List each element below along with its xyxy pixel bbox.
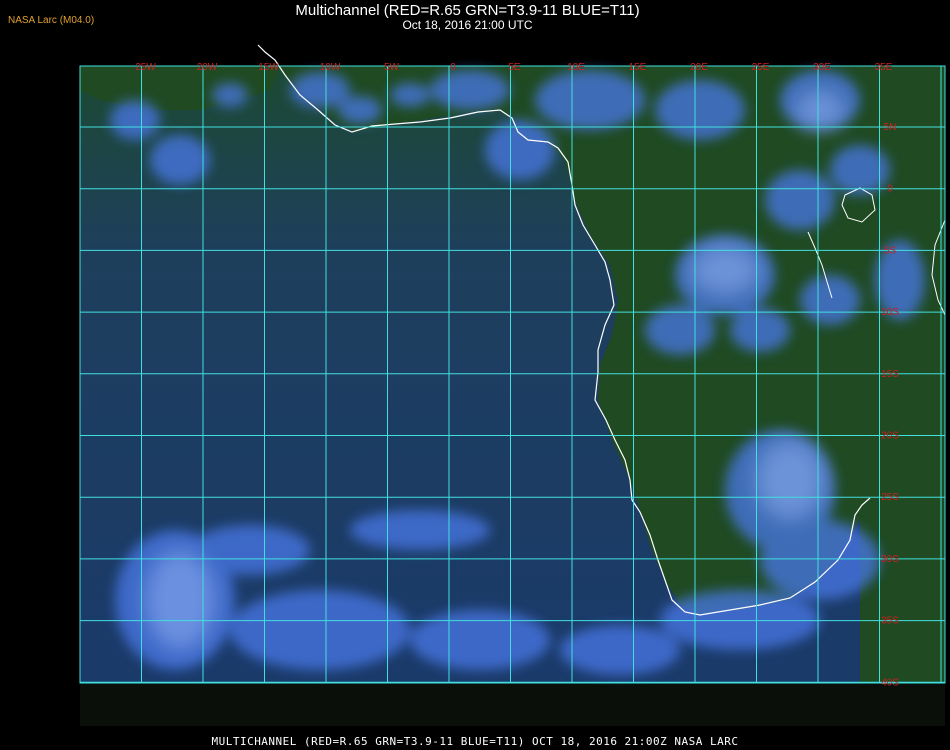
longitude-label: 20E <box>690 62 708 73</box>
latitude-label: 0 <box>887 184 893 195</box>
footer-caption: MULTICHANNEL (RED=R.65 GRN=T3.9-11 BLUE=… <box>211 735 739 748</box>
latitude-label: 25S <box>881 492 899 503</box>
longitude-label: 30E <box>813 62 831 73</box>
longitude-label: 5E <box>508 62 521 73</box>
latitude-label: 30S <box>881 554 899 565</box>
longitude-label: 35E <box>875 62 893 73</box>
latitude-label: 40S <box>881 677 899 688</box>
longitude-label: 10W <box>320 62 341 73</box>
longitude-label: 25W <box>135 62 156 73</box>
satellite-map: 25W 20W 15W 10W 5W 0 5E 10E 15E 20E 25E 30E 35E 5N 0 5… <box>79 44 946 726</box>
longitude-label: 0 <box>450 62 456 73</box>
longitude-label: 15E <box>629 62 647 73</box>
longitude-label: 10E <box>567 62 585 73</box>
longitude-label: 20W <box>197 62 218 73</box>
latitude-label: 5S <box>884 245 897 256</box>
latitude-label: 10S <box>881 307 899 318</box>
latitude-label: 15S <box>881 369 899 380</box>
longitude-label: 25E <box>752 62 770 73</box>
latitude-label: 35S <box>881 616 899 627</box>
longitude-label: 5W <box>384 62 400 73</box>
latitude-label: 20S <box>881 431 899 442</box>
longitude-label: 15W <box>258 62 279 73</box>
latitude-label: 5N <box>884 122 897 133</box>
